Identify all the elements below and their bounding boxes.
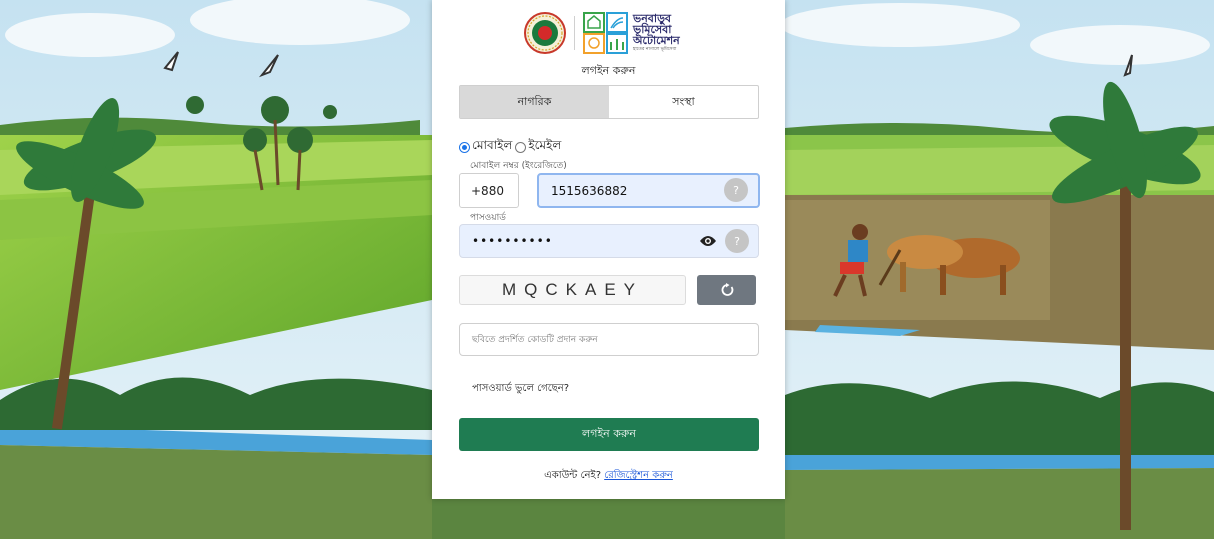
- login-button[interactable]: লগইন করুন: [459, 418, 759, 451]
- password-masked-value: ••••••••••: [472, 234, 553, 248]
- captcha-refresh-button[interactable]: [697, 275, 756, 305]
- logo-divider: [574, 16, 575, 50]
- country-code-field[interactable]: +880: [459, 173, 519, 208]
- page-title: লগইন করুন: [581, 64, 636, 77]
- tab-organization[interactable]: সংস্থা: [609, 86, 758, 118]
- register-prompt: একাউন্ট নেই?: [544, 470, 601, 481]
- refresh-icon: [721, 283, 733, 296]
- radio-email-label[interactable]: ইমেইল: [528, 137, 561, 157]
- brand-tagline: হাতের নাগালে ভূমিসেবা: [633, 47, 677, 53]
- captcha-input-placeholder: ছবিতে প্রদর্শিত কোডটি প্রদান করুন: [472, 335, 598, 345]
- land-service-logo-icon: [583, 12, 628, 54]
- bangladesh-govt-seal-icon: [524, 12, 566, 54]
- mobile-number-value: 1515636882: [551, 183, 628, 198]
- login-method-radios: মোবাইল ইমেইল: [459, 137, 564, 157]
- mobile-help-icon[interactable]: ?: [724, 178, 748, 202]
- mobile-field-label: মোবাইল নম্বর (ইংরেজিতে): [466, 158, 571, 173]
- register-row: একাউন্ট নেই? রেজিস্ট্রেশন করুন: [432, 468, 785, 485]
- forgot-password-link[interactable]: পাসওয়ার্ড ভুলে গেছেন?: [472, 381, 569, 398]
- captcha-input[interactable]: ছবিতে প্রদর্শিত কোডটি প্রদান করুন: [459, 323, 759, 356]
- tab-citizen[interactable]: নাগরিক: [460, 86, 609, 118]
- captcha-image: MQCKAEY: [459, 275, 686, 305]
- password-field-label: পাসওয়ার্ড: [466, 210, 510, 225]
- password-help-icon[interactable]: ?: [725, 229, 749, 253]
- brand-line-3: অটোমেশন: [633, 34, 680, 48]
- eye-icon[interactable]: [700, 235, 716, 247]
- login-card: ভনবাড়ুব ভূমিসেবা অটোমেশন হাতের নাগালে ভ…: [432, 0, 785, 499]
- register-link[interactable]: রেজিস্ট্রেশন করুন: [604, 470, 673, 481]
- radio-email[interactable]: [515, 141, 527, 153]
- radio-mobile[interactable]: [459, 141, 470, 153]
- user-type-tabs: নাগরিক সংস্থা: [459, 85, 759, 119]
- header-logos: ভনবাড়ুব ভূমিসেবা অটোমেশন হাতের নাগালে ভ…: [524, 10, 680, 56]
- brand-text: ভনবাড়ুব ভূমিসেবা অটোমেশন হাতের নাগালে ভ…: [633, 13, 680, 53]
- radio-mobile-label[interactable]: মোবাইল: [472, 137, 512, 157]
